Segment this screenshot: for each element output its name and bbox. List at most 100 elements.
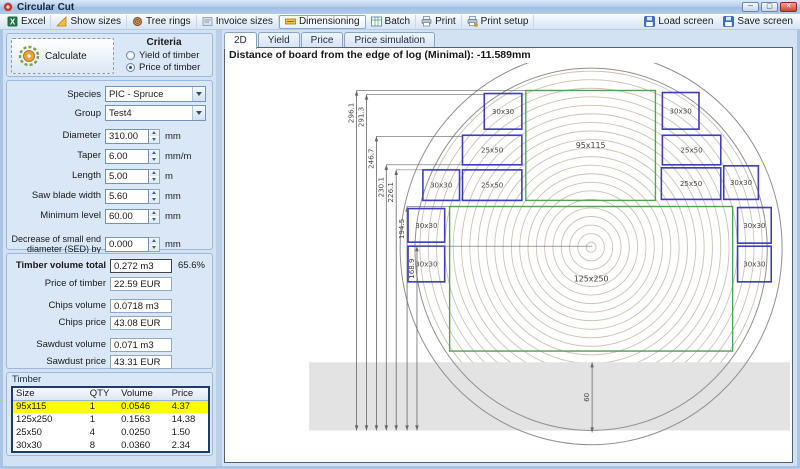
radio-option-price-of-timber[interactable]: Price of timber	[116, 61, 212, 73]
window-title: Circular Cut	[17, 2, 740, 13]
board-label: 25x50	[481, 145, 504, 154]
toolbar-button-label: Save screen	[737, 16, 793, 27]
spinner-down-button[interactable]	[149, 196, 159, 203]
criteria-groupbox: Calculate Criteria Yield of timberPrice …	[6, 33, 213, 77]
app-window: Circular Cut ─ ▢ ✕ X Excel Show sizesTree …	[0, 0, 800, 469]
field-label: Decrease of small end diameter (SED) by	[7, 234, 105, 254]
dimension-label: 246.7	[367, 149, 376, 169]
result-row-sawdust-volume: Sawdust volume0.071 m3	[7, 337, 212, 352]
spinner	[149, 237, 160, 252]
result-label: Chips price	[7, 317, 110, 328]
toolbar-button-label: Dimensioning	[299, 16, 360, 27]
board-label: 30x30	[743, 221, 766, 230]
chevron-down-icon[interactable]	[192, 87, 205, 101]
saw-blade-icon	[18, 45, 40, 67]
svg-text:X: X	[10, 18, 16, 27]
close-button[interactable]: ✕	[780, 2, 797, 12]
floppy-icon	[644, 16, 655, 27]
spinner-down-icon	[152, 178, 156, 181]
result-row-chips-volume: Chips volume0.0718 m3	[7, 298, 212, 313]
toolbar-button-print[interactable]: Print	[416, 15, 462, 29]
field-unit: mm	[165, 239, 181, 250]
group-select[interactable]: Test4	[105, 105, 206, 121]
spinner-up-icon	[152, 171, 156, 174]
table-row[interactable]: 30x3080.03602.34	[12, 439, 209, 452]
field-label: Diameter	[7, 131, 105, 141]
table-cell: 95x115	[12, 400, 87, 413]
toolbar-button-dimensioning[interactable]: Dimensioning	[279, 15, 366, 29]
result-value: 0.0718 m3	[110, 299, 172, 313]
spinner-down-button[interactable]	[149, 176, 159, 183]
toolbar: X Excel Show sizesTree ringsInvoice sizes D…	[0, 14, 800, 30]
title-bar: Circular Cut ─ ▢ ✕	[0, 0, 800, 14]
board-label: 95x115	[576, 141, 606, 150]
table-cell: 14.38	[169, 413, 209, 426]
table-row[interactable]: 25x5040.02501.50	[12, 426, 209, 439]
field-unit: mm	[165, 211, 181, 222]
table-row[interactable]: 125x25010.156314.38	[12, 413, 209, 426]
spinner-down-button[interactable]	[149, 244, 159, 251]
toolbar-button-save-screen[interactable]: Save screen	[718, 15, 798, 29]
spinner-down-icon	[152, 218, 156, 221]
chevron-down-icon[interactable]	[192, 106, 205, 120]
board-label: 30x30	[492, 107, 515, 116]
spinner-down-button[interactable]	[149, 216, 159, 223]
tab-2d[interactable]: 2D	[224, 32, 257, 49]
dimension-label: 291.3	[357, 107, 366, 127]
field-input-taper[interactable]: 6.00	[105, 149, 149, 164]
radio-icon[interactable]	[126, 63, 135, 72]
tab-bar: 2DYieldPricePrice simulation	[222, 30, 797, 47]
diagram-content: Distance of board from the edge of log (…	[224, 47, 793, 463]
toolbar-button-excel[interactable]: X Excel	[2, 15, 51, 29]
field-row-decrease-of-small-end-diameter-sed-by: Decrease of small end diameter (SED) by0…	[7, 233, 212, 255]
toolbar-button-show-sizes[interactable]: Show sizes	[51, 15, 127, 29]
criteria-radios: Yield of timberPrice of timber	[116, 49, 212, 73]
radio-option-yield-of-timber[interactable]: Yield of timber	[116, 49, 212, 61]
dimensioning-icon	[285, 16, 296, 27]
table-cell: 1.50	[169, 426, 209, 439]
field-row-diameter: Diameter310.00mm	[7, 128, 212, 144]
field-unit: mm/m	[165, 151, 191, 162]
toolbar-button-print-setup[interactable]: Print setup	[462, 15, 535, 29]
toolbar-button-tree-rings[interactable]: Tree rings	[127, 15, 197, 29]
toolbar-right-items: Load screen Save screen	[639, 15, 798, 29]
field-row-taper: Taper6.00 mm/m	[7, 148, 212, 164]
spinner-down-button[interactable]	[149, 136, 159, 143]
table-row[interactable]: 95x11510.05464.37	[12, 400, 209, 413]
result-row-price-of-timber: Price of timber22.59 EUR	[7, 276, 212, 291]
table-cell: 0.0250	[118, 426, 169, 439]
species-select[interactable]: PIC - Spruce	[105, 86, 206, 102]
field-label: Taper	[7, 151, 105, 161]
radio-label: Price of timber	[139, 62, 200, 73]
field-input-decrease-of-small-end-diameter-sed-by[interactable]: 0.000	[105, 237, 149, 252]
board-label: 25x50	[680, 145, 703, 154]
toolbar-button-invoice-sizes[interactable]: Invoice sizes	[197, 15, 279, 29]
result-value: 0.071 m3	[110, 338, 172, 352]
toolbar-button-batch[interactable]: Batch	[366, 15, 417, 29]
maximize-button[interactable]: ▢	[761, 2, 778, 12]
spinner-down-button[interactable]	[149, 156, 159, 163]
field-input-saw-blade-width[interactable]: 5.60	[105, 189, 149, 204]
results-groupbox: Timber volume total0.272 m365.6%Price of…	[6, 253, 213, 369]
species-value: PIC - Spruce	[106, 87, 192, 101]
calculate-button[interactable]: Calculate	[11, 38, 114, 74]
toolbar-button-load-screen[interactable]: Load screen	[639, 15, 718, 29]
minimize-button[interactable]: ─	[742, 2, 759, 12]
table-cell: 30x30	[12, 439, 87, 452]
radio-icon[interactable]	[126, 51, 135, 60]
print-setup-icon	[467, 16, 478, 27]
field-input-minimum-level[interactable]: 60.00	[105, 209, 149, 224]
canvas-title: Distance of board from the edge of log (…	[225, 48, 792, 63]
toolbar-button-label: Print setup	[481, 16, 529, 27]
result-rows: Timber volume total0.272 m365.6%Price of…	[7, 258, 212, 369]
board-label: 30x30	[743, 259, 766, 268]
field-input-length[interactable]: 5.00	[105, 169, 149, 184]
spinner	[149, 129, 160, 144]
timber-table-body: 95x11510.05464.37125x25010.156314.3825x5…	[12, 400, 209, 452]
column-header-size: Size	[12, 387, 87, 400]
field-input-diameter[interactable]: 310.00	[105, 129, 149, 144]
timber-table-header: SizeQTYVolumePrice	[12, 387, 209, 400]
spinner-up-icon	[152, 239, 156, 242]
toolbar-button-label: Excel	[21, 16, 45, 27]
spinner-up-icon	[152, 151, 156, 154]
